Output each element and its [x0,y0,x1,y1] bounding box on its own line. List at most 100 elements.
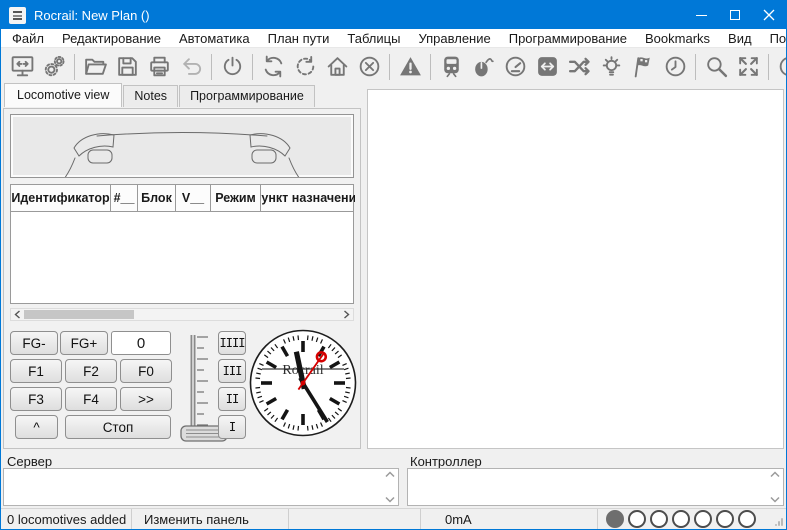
cancel-button[interactable] [354,51,384,82]
toolbar [1,48,786,85]
scrollbar-thumb[interactable] [24,310,134,319]
plan-canvas[interactable] [367,89,784,449]
tab-locomotive-view[interactable]: Locomotive view [4,83,122,107]
close-button[interactable] [752,1,786,29]
controller-log-scroll[interactable] [769,471,781,503]
routes-button[interactable] [532,51,562,82]
maximize-button[interactable] [718,1,752,29]
menu-item-view[interactable]: Вид [719,30,761,47]
refresh-icon [261,54,286,79]
controller-log[interactable] [407,468,784,506]
column-header[interactable]: Режим [211,185,261,211]
minimize-button[interactable] [684,1,718,29]
scroll-left-icon[interactable] [11,309,24,320]
zoom-button[interactable] [701,51,731,82]
save-icon [115,54,140,79]
menu-item-control[interactable]: Управление [409,30,499,47]
locomotive-table-body[interactable] [10,212,354,304]
power-indicator-3 [672,510,690,528]
tab-notes[interactable]: Notes [123,85,178,107]
speed-step-button-4[interactable]: IIII [218,331,246,355]
toolbar-separator [211,54,212,80]
direction-button[interactable]: ^ [15,415,58,439]
horizontal-scrollbar[interactable] [10,308,354,321]
reset-button[interactable] [290,51,320,82]
menu-item-programming[interactable]: Программирование [500,30,636,47]
minimize-icon [696,15,707,16]
toolbar-separator [768,54,769,80]
menu-item-automatic[interactable]: Автоматика [170,30,259,47]
menu-item-edit[interactable]: Редактирование [53,30,170,47]
stop-button[interactable]: Стоп [65,415,171,439]
zoom-icon [704,54,729,79]
column-header[interactable]: #__ [111,185,138,211]
function-button-F4[interactable]: F4 [65,387,117,411]
flag-button[interactable] [628,51,658,82]
toolbar-separator [695,54,696,80]
mouse-button[interactable] [468,51,498,82]
speed-step-button-3[interactable]: III [218,359,246,383]
scroll-right-icon[interactable] [340,309,353,320]
function-button-F2[interactable]: F2 [65,359,117,383]
menu-item-file[interactable]: Файл [3,30,53,47]
status-indicators [598,509,786,529]
fg-minus-button[interactable]: FG- [10,331,58,355]
warning-icon [398,54,423,79]
resize-grip[interactable] [774,517,784,527]
open-icon [83,54,108,79]
function-button-F1[interactable]: F1 [10,359,62,383]
scroll-up-icon[interactable] [385,471,395,478]
workspace-button[interactable] [7,51,37,82]
tab-programming[interactable]: Программирование [179,85,315,107]
scroll-up-icon[interactable] [770,471,780,478]
function-button-fwdfwd[interactable]: >> [120,387,172,411]
column-header[interactable]: Блок [138,185,176,211]
function-button-F3[interactable]: F3 [10,387,62,411]
fg-plus-button[interactable]: FG+ [60,331,108,355]
toolbar-separator [389,54,390,80]
shuffle-button[interactable] [564,51,594,82]
power-indicator-2 [650,510,668,528]
mouse-icon [471,54,496,79]
close-icon [763,9,775,21]
locomotive-panel: Идентификатор#__БлокV__РежимПункт назнач… [3,108,361,449]
scroll-down-icon[interactable] [385,496,395,503]
column-header[interactable]: V__ [176,185,211,211]
rocrail-window: Rocrail: New Plan () ФайлРедактированиеА… [0,0,787,530]
scroll-down-icon[interactable] [770,496,780,503]
status-current: 0mA [421,509,598,529]
settings-button[interactable] [39,51,69,82]
speedometer-button[interactable] [500,51,530,82]
menu-item-bookmarks[interactable]: Bookmarks [636,30,719,47]
power-button[interactable] [217,51,247,82]
warning-button[interactable] [395,51,425,82]
undo-button[interactable] [176,51,206,82]
flag-icon [631,54,656,79]
train-button[interactable] [436,51,466,82]
open-button[interactable] [80,51,110,82]
home-button[interactable] [322,51,352,82]
column-header[interactable]: Идентификатор [11,185,111,211]
fullscreen-button[interactable] [733,51,763,82]
toolbar-separator [74,54,75,80]
lamp-button[interactable] [596,51,626,82]
server-log-scroll[interactable] [384,471,396,503]
app-icon [9,7,26,24]
refresh-button[interactable] [258,51,288,82]
info-button[interactable] [774,51,786,82]
speed-step-button-2[interactable]: II [218,387,246,411]
save-button[interactable] [112,51,142,82]
column-header[interactable]: Пункт назначения [261,185,355,211]
function-button-F0[interactable]: F0 [120,359,172,383]
scrollbar-track[interactable] [24,309,340,320]
server-log[interactable] [3,468,399,506]
menu-item-help[interactable]: Помощь [761,30,787,47]
print-button[interactable] [144,51,174,82]
menu-item-track-plan[interactable]: План пути [259,30,339,47]
clock-button[interactable] [660,51,690,82]
speed-step-button-1[interactable]: I [218,415,246,439]
menu-item-tables[interactable]: Таблицы [338,30,409,47]
status-bar: 0 locomotives added Изменить панель 0mA [1,508,786,529]
print-icon [147,54,172,79]
speed-value-field[interactable]: 0 [111,331,171,355]
